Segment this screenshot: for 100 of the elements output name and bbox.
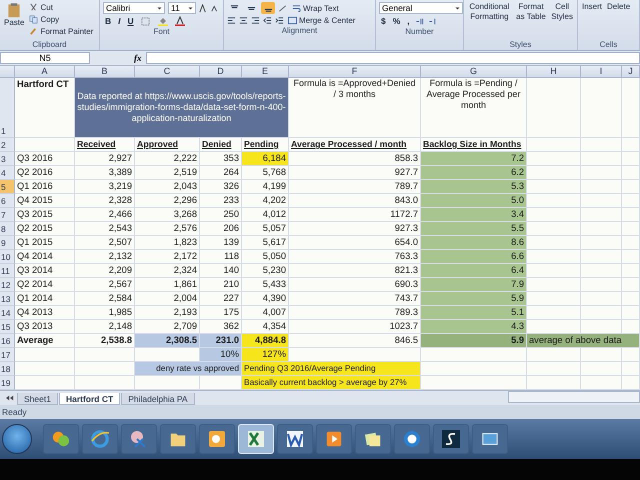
merge-center-button[interactable]: Merge & Center — [287, 15, 356, 26]
number-format-dropdown[interactable]: General — [379, 2, 463, 14]
row-header[interactable]: 3 — [0, 152, 15, 166]
column-header[interactable]: H — [527, 66, 581, 78]
empty-cell[interactable] — [581, 236, 622, 250]
vertical-align-button[interactable] — [261, 2, 275, 14]
empty-cell[interactable] — [581, 208, 622, 222]
fill-color-button[interactable] — [156, 15, 170, 27]
column-header[interactable]: J — [622, 66, 640, 78]
percent-button[interactable]: % — [390, 15, 402, 27]
empty-cell[interactable] — [581, 278, 622, 292]
empty-cell[interactable] — [421, 348, 527, 362]
empty-cell[interactable] — [581, 138, 622, 152]
name-box[interactable]: N5 — [0, 52, 90, 64]
empty-cell[interactable] — [622, 278, 640, 292]
empty-cell[interactable] — [581, 180, 622, 194]
row-header[interactable]: 9 — [0, 236, 15, 250]
bold-button[interactable]: B — [103, 15, 114, 27]
start-button[interactable] — [2, 424, 32, 454]
empty-cell[interactable] — [622, 166, 640, 180]
column-header[interactable]: F — [289, 66, 421, 78]
row-header[interactable]: 4 — [0, 166, 15, 180]
copy-button[interactable]: Copy — [28, 14, 60, 25]
row-header[interactable]: 8 — [0, 222, 15, 236]
font-color-button[interactable] — [172, 15, 187, 27]
horizontal-scrollbar[interactable] — [508, 391, 640, 403]
row-header[interactable]: 13 — [0, 292, 15, 306]
formula-field[interactable] — [146, 52, 640, 64]
row-header[interactable]: 18 — [0, 362, 15, 376]
sheet-tab[interactable]: Hartford CT — [58, 393, 120, 405]
row-header[interactable]: 7 — [0, 208, 15, 222]
empty-cell[interactable] — [581, 362, 622, 376]
wrap-text-button[interactable]: Wrap Text — [291, 2, 340, 14]
empty-cell[interactable] — [75, 348, 135, 362]
empty-cell[interactable] — [622, 208, 640, 222]
empty-cell[interactable] — [581, 264, 622, 278]
row-header[interactable]: 15 — [0, 320, 15, 334]
column-header[interactable]: G — [421, 66, 527, 78]
empty-cell[interactable] — [581, 222, 622, 236]
empty-cell[interactable] — [527, 362, 581, 376]
empty-cell[interactable] — [622, 152, 640, 166]
tab-navigation-icon[interactable] — [6, 394, 14, 402]
format-painter-button[interactable]: Format Painter — [28, 26, 94, 37]
row-header[interactable]: 10 — [0, 250, 15, 264]
currency-button[interactable]: $ — [379, 15, 388, 27]
empty-cell[interactable] — [581, 166, 622, 180]
insert-function-button[interactable]: fx — [130, 53, 146, 63]
empty-cell[interactable] — [622, 264, 640, 278]
empty-cell[interactable] — [581, 306, 622, 320]
empty-cell[interactable] — [581, 152, 622, 166]
empty-cell[interactable] — [581, 292, 622, 306]
column-header[interactable]: D — [200, 66, 242, 78]
sheet-tab[interactable]: Sheet1 — [17, 393, 58, 405]
cell-styles-button[interactable]: Cell Styles — [550, 2, 574, 40]
italic-button[interactable]: I — [116, 15, 123, 27]
row-header[interactable]: 6 — [0, 194, 15, 208]
empty-cell[interactable] — [622, 222, 640, 236]
column-header[interactable]: A — [15, 66, 75, 78]
column-header[interactable]: I — [581, 66, 622, 78]
cut-button[interactable]: Cut — [28, 2, 54, 13]
empty-cell[interactable] — [622, 292, 640, 306]
row-header[interactable]: 1 — [0, 78, 15, 138]
font-size-dropdown[interactable]: 11 — [168, 2, 196, 14]
column-header[interactable]: B — [75, 66, 135, 78]
taskbar-button[interactable] — [277, 424, 313, 454]
insert-button[interactable]: Insert — [581, 2, 604, 40]
select-all-corner[interactable] — [0, 66, 15, 78]
format-as-table-button[interactable]: Format as Table — [514, 2, 548, 40]
column-header[interactable]: E — [242, 66, 289, 78]
empty-cell[interactable] — [622, 194, 640, 208]
conditional-formatting-button[interactable]: Conditional Formatting — [467, 2, 512, 40]
font-name-dropdown[interactable]: Calibri — [103, 2, 165, 14]
underline-button[interactable]: U — [126, 15, 136, 27]
paste-button[interactable]: Paste — [3, 2, 26, 40]
empty-cell[interactable] — [622, 348, 640, 362]
row-header[interactable]: 11 — [0, 264, 15, 278]
column-header[interactable]: C — [135, 66, 200, 78]
row-header[interactable]: 5 — [0, 180, 15, 194]
row-header[interactable]: 12 — [0, 278, 15, 292]
empty-cell[interactable] — [622, 306, 640, 320]
empty-cell[interactable] — [581, 194, 622, 208]
row-header[interactable]: 14 — [0, 306, 15, 320]
taskbar-button[interactable] — [433, 424, 469, 454]
empty-cell[interactable] — [622, 180, 640, 194]
comma-button[interactable]: , — [405, 15, 412, 27]
empty-cell[interactable] — [527, 348, 581, 362]
row-header[interactable]: 19 — [0, 376, 15, 390]
row-header[interactable]: 2 — [0, 138, 15, 152]
delete-button[interactable]: Delete — [606, 2, 632, 40]
row-header[interactable]: 17 — [0, 348, 15, 362]
sheet-tab[interactable]: Philadelphia PA — [121, 393, 195, 405]
empty-cell[interactable] — [622, 250, 640, 264]
row-header[interactable]: 16 — [0, 334, 15, 348]
empty-cell[interactable] — [622, 362, 640, 376]
empty-cell[interactable] — [622, 236, 640, 250]
taskbar-button[interactable] — [394, 424, 430, 454]
empty-cell[interactable] — [622, 138, 640, 152]
empty-cell[interactable] — [581, 348, 622, 362]
taskbar-button[interactable] — [199, 424, 235, 454]
empty-cell[interactable] — [581, 250, 622, 264]
